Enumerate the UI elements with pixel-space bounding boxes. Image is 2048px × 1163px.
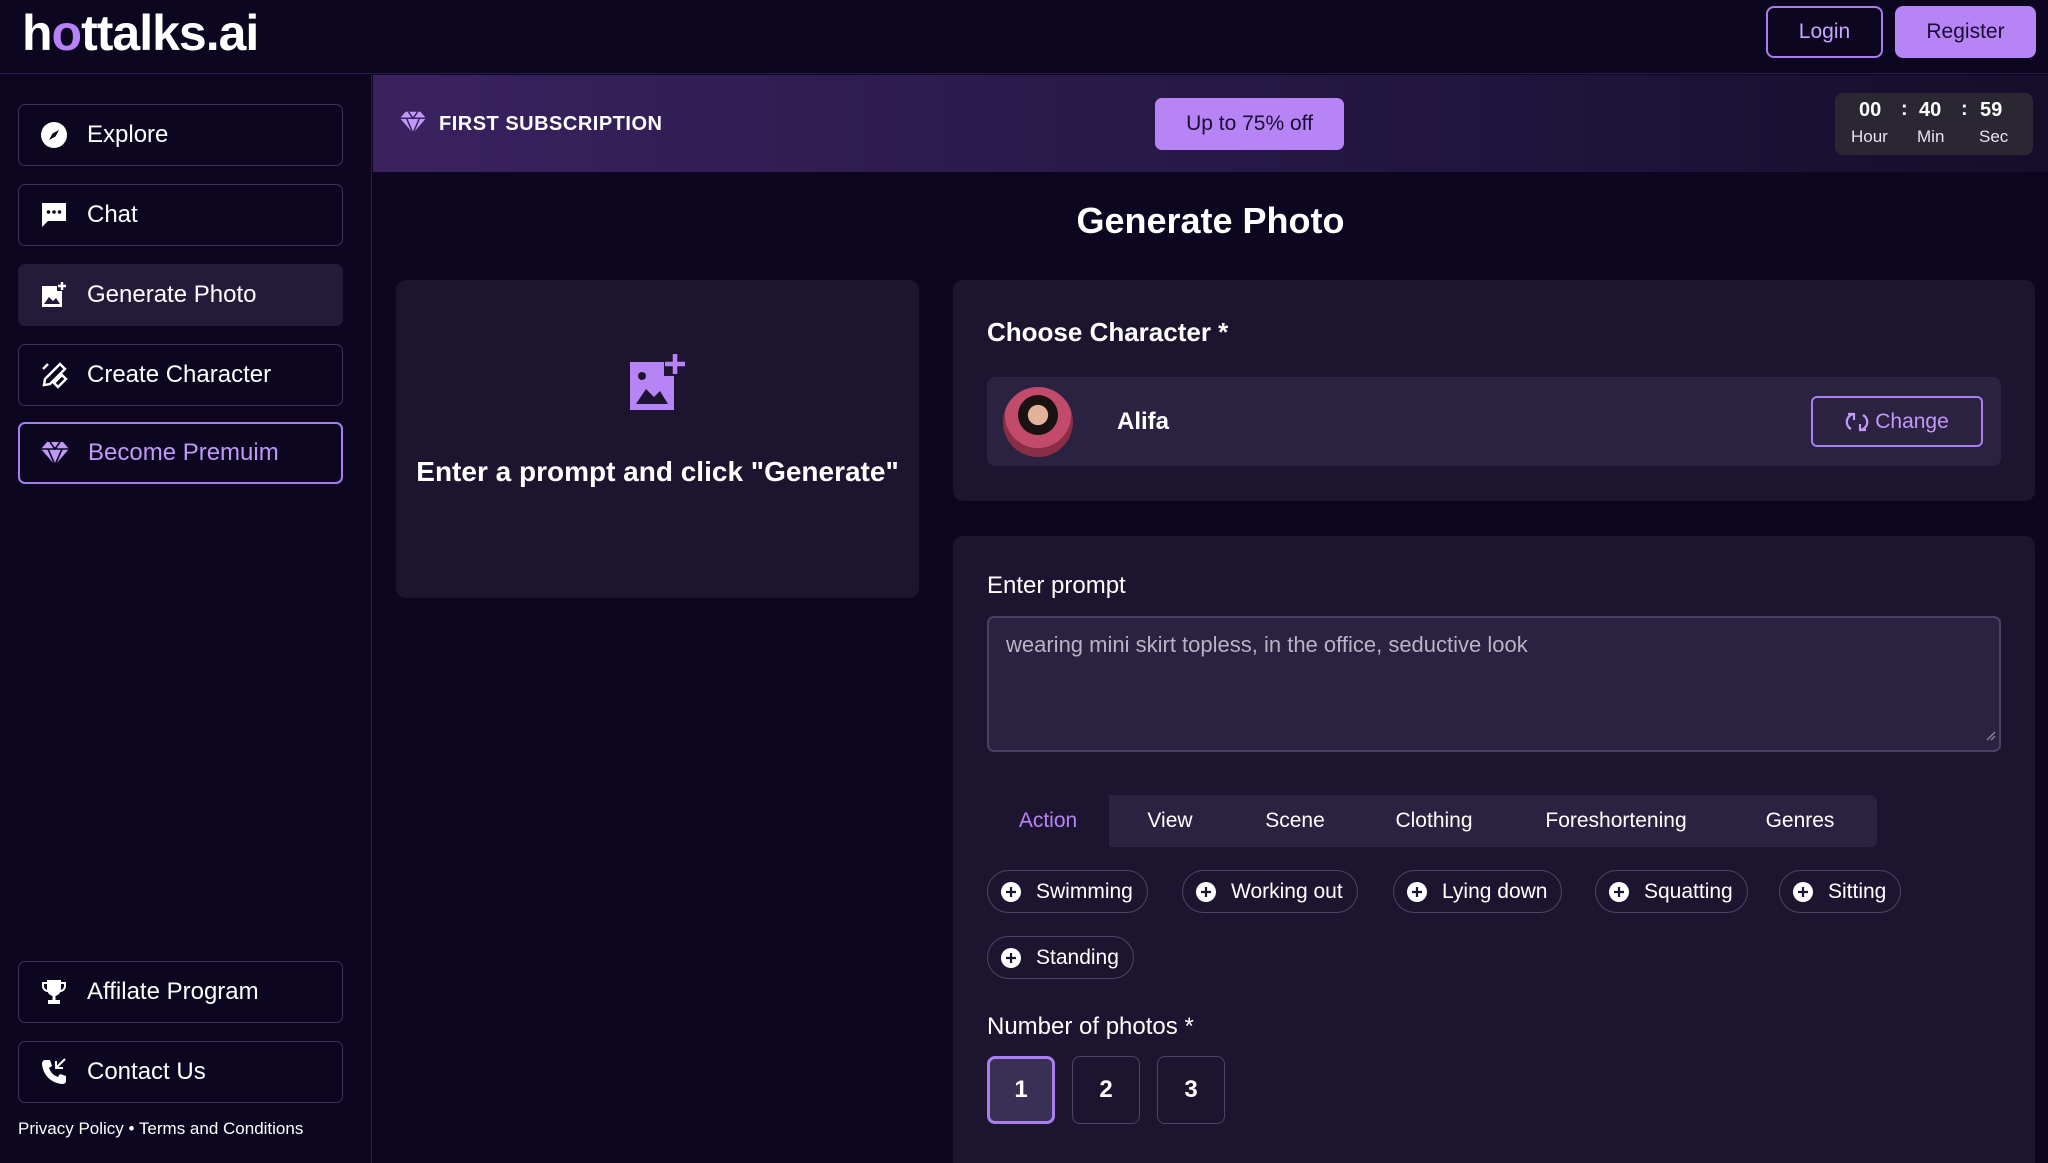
- chip-label: Lying down: [1442, 879, 1548, 903]
- timer-hours: 00: [1859, 99, 1882, 121]
- sidebar-item-label: Chat: [87, 201, 138, 228]
- sidebar-item-label: Become Premuim: [88, 439, 279, 466]
- timer-separator: :: [1901, 98, 1908, 120]
- timer-minutes: 40: [1919, 99, 1942, 121]
- sidebar-item-contact-us[interactable]: Contact Us: [18, 1041, 343, 1103]
- preview-placeholder-card: Enter a prompt and click "Generate": [396, 280, 919, 598]
- sidebar-item-label: Explore: [87, 121, 169, 148]
- footer-separator: •: [128, 1119, 135, 1138]
- plus-circle-icon: [1000, 881, 1022, 903]
- logo[interactable]: hottalks.ai: [22, 4, 259, 62]
- timer-min-label: Min: [1917, 127, 1945, 146]
- logo-part-h: h: [22, 5, 53, 61]
- register-button[interactable]: Register: [1895, 6, 2036, 58]
- choose-character-label: Choose Character *: [987, 317, 1229, 347]
- chip-sitting[interactable]: Sitting: [1779, 870, 1902, 913]
- chip-label: Working out: [1231, 879, 1343, 903]
- tab-genres[interactable]: Genres: [1723, 795, 1877, 847]
- plus-circle-icon: [1406, 881, 1428, 903]
- page-title: Generate Photo: [1076, 200, 1345, 241]
- sidebar-item-explore[interactable]: Explore: [18, 104, 343, 166]
- tab-scene[interactable]: Scene: [1231, 795, 1359, 847]
- diamond-icon: [399, 109, 427, 140]
- sidebar: Explore Chat Generate Photo Create Chara…: [0, 75, 372, 1163]
- prompt-text: wearing mini skirt topless, in the offic…: [1006, 632, 1528, 657]
- logo-part-text: ttalks.ai: [81, 5, 259, 61]
- sidebar-item-label: Affilate Program: [87, 978, 259, 1005]
- timer-sec-label: Sec: [1979, 127, 2009, 146]
- footer-links: Privacy Policy • Terms and Conditions: [18, 1119, 303, 1139]
- change-label: Change: [1875, 409, 1949, 433]
- chip-lying-down[interactable]: Lying down: [1393, 870, 1563, 913]
- prompt-card: Enter prompt wearing mini skirt topless,…: [953, 536, 2035, 1163]
- chat-bubble-icon: [39, 200, 69, 230]
- prompt-category-tabs: Action View Scene Clothing Foreshortenin…: [987, 795, 1877, 847]
- chip-label: Swimming: [1036, 879, 1133, 903]
- number-of-photos-label: Number of photos *: [987, 1013, 1194, 1040]
- chip-label: Squatting: [1644, 879, 1733, 903]
- chip-working-out[interactable]: Working out: [1182, 870, 1358, 913]
- prompt-label: Enter prompt: [987, 572, 1126, 599]
- sidebar-item-affiliate-program[interactable]: Affilate Program: [18, 961, 343, 1023]
- privacy-policy-link[interactable]: Privacy Policy: [18, 1119, 124, 1138]
- sidebar-item-create-character[interactable]: Create Character: [18, 344, 343, 406]
- add-image-icon: [628, 354, 688, 417]
- plus-circle-icon: [1792, 881, 1814, 903]
- plus-circle-icon: [1608, 881, 1630, 903]
- sidebar-item-label: Contact Us: [87, 1058, 206, 1085]
- chip-squatting[interactable]: Squatting: [1595, 870, 1748, 913]
- timer-separator: :: [1961, 98, 1968, 120]
- chip-swimming[interactable]: Swimming: [987, 870, 1148, 913]
- pencil-ruler-icon: [39, 360, 69, 390]
- phone-icon: [39, 1057, 69, 1087]
- avatar: [1003, 387, 1073, 457]
- chip-label: Sitting: [1828, 879, 1887, 903]
- chip-standing[interactable]: Standing: [987, 936, 1134, 979]
- resize-handle-icon[interactable]: [1984, 721, 1996, 747]
- sidebar-item-become-premium[interactable]: Become Premuim: [18, 422, 343, 484]
- plus-circle-icon: [1000, 947, 1022, 969]
- choose-character-card: Choose Character * Alifa Change: [953, 280, 2035, 501]
- photo-count-1-button[interactable]: 1: [987, 1056, 1055, 1124]
- login-button[interactable]: Login: [1766, 6, 1883, 58]
- plus-circle-icon: [1195, 881, 1217, 903]
- timer-seconds: 59: [1980, 99, 2003, 121]
- character-name: Alifa: [1117, 408, 1170, 435]
- refresh-icon: [1845, 410, 1869, 434]
- logo-part-o: o: [51, 5, 83, 61]
- photo-count-3-button[interactable]: 3: [1157, 1056, 1225, 1124]
- promo-title: FIRST SUBSCRIPTION: [439, 113, 663, 135]
- compass-icon: [39, 120, 69, 150]
- trophy-icon: [39, 977, 69, 1007]
- change-character-button[interactable]: Change: [1811, 396, 1983, 447]
- terms-link[interactable]: Terms and Conditions: [139, 1119, 303, 1138]
- sidebar-item-label: Create Character: [87, 361, 272, 388]
- tab-clothing[interactable]: Clothing: [1359, 795, 1509, 847]
- tab-action[interactable]: Action: [987, 795, 1109, 847]
- generate-hint: Enter a prompt and click "Generate": [416, 456, 899, 487]
- selected-character: Alifa Change: [987, 377, 2001, 466]
- sidebar-item-chat[interactable]: Chat: [18, 184, 343, 246]
- tab-foreshortening[interactable]: Foreshortening: [1509, 795, 1723, 847]
- discount-button[interactable]: Up to 75% off: [1155, 98, 1344, 150]
- timer-hour-label: Hour: [1851, 127, 1888, 146]
- countdown-timer: 00 : 40 : 59 Hour Min Sec: [1835, 93, 2033, 155]
- promo-banner: FIRST SUBSCRIPTION Up to 75% off 00 : 40…: [373, 75, 2048, 172]
- tab-view[interactable]: View: [1109, 795, 1231, 847]
- top-bar: hottalks.ai Login Register: [0, 0, 2048, 74]
- sidebar-item-generate-photo[interactable]: Generate Photo: [18, 264, 343, 326]
- photo-count-2-button[interactable]: 2: [1072, 1056, 1140, 1124]
- sidebar-item-label: Generate Photo: [87, 281, 257, 308]
- add-photo-icon: [39, 280, 69, 310]
- diamond-icon: [40, 438, 70, 468]
- prompt-textarea[interactable]: wearing mini skirt topless, in the offic…: [987, 616, 2001, 752]
- chip-label: Standing: [1036, 945, 1119, 969]
